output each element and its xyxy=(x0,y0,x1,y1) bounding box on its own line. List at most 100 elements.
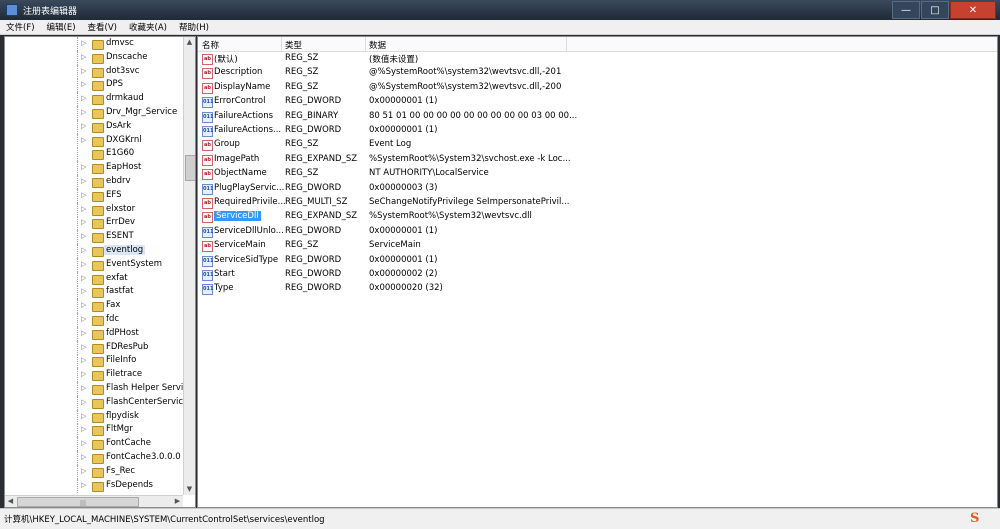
column-type[interactable]: 类型 xyxy=(285,39,302,51)
expand-arrow-icon[interactable]: ▷ xyxy=(81,384,88,392)
tree-item[interactable]: ▷ dmvsc xyxy=(5,37,183,51)
expand-arrow-icon[interactable]: ▷ xyxy=(81,274,88,282)
tree-vertical-scrollbar[interactable]: ▲ ▼ xyxy=(183,37,195,495)
tree-item[interactable]: ▷ EapHost xyxy=(5,161,183,176)
tree-item[interactable]: ▷ FsDepends xyxy=(5,478,183,493)
tree-item[interactable]: ▷ drmkaud xyxy=(5,92,183,107)
tree-item[interactable]: ▷ DsArk xyxy=(5,119,183,134)
expand-arrow-icon[interactable]: ▷ xyxy=(81,177,88,185)
value-row[interactable]: ab ServiceDll REG_EXPAND_SZ %SystemRoot%\Sy… xyxy=(198,210,997,224)
menu-file[interactable]: 文件(F) xyxy=(0,21,41,33)
scroll-up-arrow-icon[interactable]: ▲ xyxy=(184,37,195,48)
value-row[interactable]: 011 Start REG_DWORD 0x00000002 (2) xyxy=(198,268,997,282)
value-row[interactable]: 011 ServiceDllUnlo... REG_DWORD 0x00000001 … xyxy=(198,225,997,239)
key-tree-pane[interactable]: ▷ dmvsc ▷ Dnscache ▷ dot3svc ▷ DPS ▷ drmkaud ▷ Drv_… xyxy=(4,36,196,508)
tree-item[interactable]: ▷ Filetrace xyxy=(5,368,183,383)
tree-item[interactable]: ▷ dot3svc xyxy=(5,64,183,79)
minimize-button[interactable]: — xyxy=(892,1,920,19)
tree-horizontal-scrollbar[interactable]: ◀ ||| ▶ xyxy=(5,495,183,507)
scroll-right-arrow-icon[interactable]: ▶ xyxy=(172,496,183,507)
expand-arrow-icon[interactable]: ▷ xyxy=(81,302,88,309)
tree-item[interactable]: ▷ FontCache3.0.0.0 xyxy=(5,450,183,465)
expand-arrow-icon[interactable]: ▷ xyxy=(81,398,88,406)
tree-hscroll-thumb[interactable]: ||| xyxy=(17,497,139,507)
expand-arrow-icon[interactable]: ▷ xyxy=(81,122,88,130)
maximize-button[interactable]: □ xyxy=(921,1,949,19)
expand-arrow-icon[interactable]: ▷ xyxy=(81,371,88,378)
column-data[interactable]: 数据 xyxy=(369,39,386,51)
expand-arrow-icon[interactable]: ▷ xyxy=(81,246,88,254)
tree-item[interactable]: ▷ Fs_Rec xyxy=(5,464,183,479)
expand-arrow-icon[interactable]: ▷ xyxy=(81,260,88,268)
expand-arrow-icon[interactable]: ▷ xyxy=(81,453,88,461)
expand-arrow-icon[interactable]: ▷ xyxy=(81,219,88,226)
tree-item[interactable]: ▷ exfat xyxy=(5,271,183,286)
value-row[interactable]: ab Description REG_SZ @%SystemRoot%\system3… xyxy=(198,66,997,80)
tree-item[interactable]: ▷ fdPHost xyxy=(5,326,183,341)
value-row[interactable]: 011 FailureActions REG_BINARY 80 51 01 00 0… xyxy=(198,110,997,124)
tree-item[interactable]: ▷ EventSystem xyxy=(5,257,183,272)
expand-arrow-icon[interactable]: ▷ xyxy=(81,95,88,102)
expand-arrow-icon[interactable]: ▷ xyxy=(81,205,88,213)
expand-arrow-icon[interactable]: ▷ xyxy=(81,343,88,351)
column-divider[interactable] xyxy=(566,37,567,51)
value-row[interactable]: 011 FailureActions... REG_DWORD 0x00000001 … xyxy=(198,124,997,138)
tree-item[interactable]: E1G60 xyxy=(5,147,183,162)
value-row[interactable]: ab DisplayName REG_SZ @%SystemRoot%\system3… xyxy=(198,81,997,95)
tree-item[interactable]: ▷ FlashCenterService xyxy=(5,395,188,410)
expand-arrow-icon[interactable]: ▷ xyxy=(81,53,88,61)
value-row[interactable]: 011 Type REG_DWORD 0x00000020 (32) xyxy=(198,282,997,296)
expand-arrow-icon[interactable]: ▷ xyxy=(81,108,88,116)
value-row[interactable]: ab RequiredPrivile... REG_MULTI_SZ SeChange… xyxy=(198,196,997,210)
scroll-down-arrow-icon[interactable]: ▼ xyxy=(184,484,195,495)
expand-arrow-icon[interactable]: ▷ xyxy=(81,329,88,337)
value-row[interactable]: 011 ServiceSidType REG_DWORD 0x00000001 (1) xyxy=(198,254,997,268)
values-pane[interactable]: 名称 类型 数据 ab (默认) REG_SZ (数值未设置) ab Descriptio… xyxy=(197,36,998,508)
tree-item[interactable]: ▷ elxstor xyxy=(5,202,183,217)
expand-arrow-icon[interactable]: ▷ xyxy=(81,136,88,144)
tree-item[interactable]: ▷ Fax xyxy=(5,299,183,314)
tree-item[interactable]: ▷ DPS xyxy=(5,78,183,93)
value-row[interactable]: ab Group REG_SZ Event Log xyxy=(198,138,997,152)
scroll-left-arrow-icon[interactable]: ◀ xyxy=(5,496,16,507)
value-row[interactable]: ab ImagePath REG_EXPAND_SZ %SystemRoot%\Sys… xyxy=(198,153,997,167)
menu-help[interactable]: 帮助(H) xyxy=(173,21,215,33)
tree-item[interactable]: ▷ FDResPub xyxy=(5,340,183,355)
expand-arrow-icon[interactable]: ▷ xyxy=(81,315,88,323)
tree-item[interactable]: ▷ FontCache xyxy=(5,437,183,452)
tree-item[interactable]: ▷ FileInfo xyxy=(5,354,183,369)
expand-arrow-icon[interactable]: ▷ xyxy=(81,481,88,489)
tree-item[interactable]: ▷ ebdrv xyxy=(5,174,183,189)
expand-arrow-icon[interactable]: ▷ xyxy=(81,357,88,364)
column-name[interactable]: 名称 xyxy=(202,39,219,51)
close-button[interactable]: ✕ xyxy=(950,1,996,19)
expand-arrow-icon[interactable]: ▷ xyxy=(81,467,88,475)
tree-item[interactable]: ▷ Drv_Mgr_Service xyxy=(5,105,183,120)
value-row[interactable]: 011 ErrorControl REG_DWORD 0x00000001 (1) xyxy=(198,95,997,109)
menu-favorites[interactable]: 收藏夹(A) xyxy=(123,21,173,33)
expand-arrow-icon[interactable]: ▷ xyxy=(81,164,88,171)
value-row[interactable]: ab ObjectName REG_SZ NT AUTHORITY\LocalServ… xyxy=(198,167,997,181)
column-divider[interactable] xyxy=(365,37,366,51)
value-row[interactable]: 011 PlugPlayServic... REG_DWORD 0x00000003 … xyxy=(198,182,997,196)
expand-arrow-icon[interactable]: ▷ xyxy=(81,81,88,88)
expand-arrow-icon[interactable]: ▷ xyxy=(81,40,88,47)
expand-arrow-icon[interactable]: ▷ xyxy=(81,191,88,199)
expand-arrow-icon[interactable]: ▷ xyxy=(81,288,88,295)
expand-arrow-icon[interactable]: ▷ xyxy=(81,233,88,240)
tree-item[interactable]: ▷ fdc xyxy=(5,312,183,327)
tree-item[interactable]: ▷ DXGKrnl xyxy=(5,133,183,148)
tree-item[interactable]: ▷ Dnscache xyxy=(5,50,183,65)
expand-arrow-icon[interactable]: ▷ xyxy=(81,440,88,447)
value-row[interactable]: ab ServiceMain REG_SZ ServiceMain xyxy=(198,239,997,253)
expand-arrow-icon[interactable]: ▷ xyxy=(81,67,88,75)
tree-item[interactable]: ▷ fastfat xyxy=(5,285,183,300)
menu-view[interactable]: 查看(V) xyxy=(82,21,123,33)
tree-item[interactable]: ▷ flpydisk xyxy=(5,409,183,424)
tree-item[interactable]: ▷ EFS xyxy=(5,188,183,203)
tree-item[interactable]: ▷ Flash Helper Servic xyxy=(5,381,188,396)
tree-item[interactable]: ▷ ErrDev xyxy=(5,216,183,231)
tree-scroll-thumb[interactable] xyxy=(185,155,195,181)
expand-arrow-icon[interactable]: ▷ xyxy=(81,412,88,420)
value-row[interactable]: ab (默认) REG_SZ (数值未设置) xyxy=(198,52,997,66)
